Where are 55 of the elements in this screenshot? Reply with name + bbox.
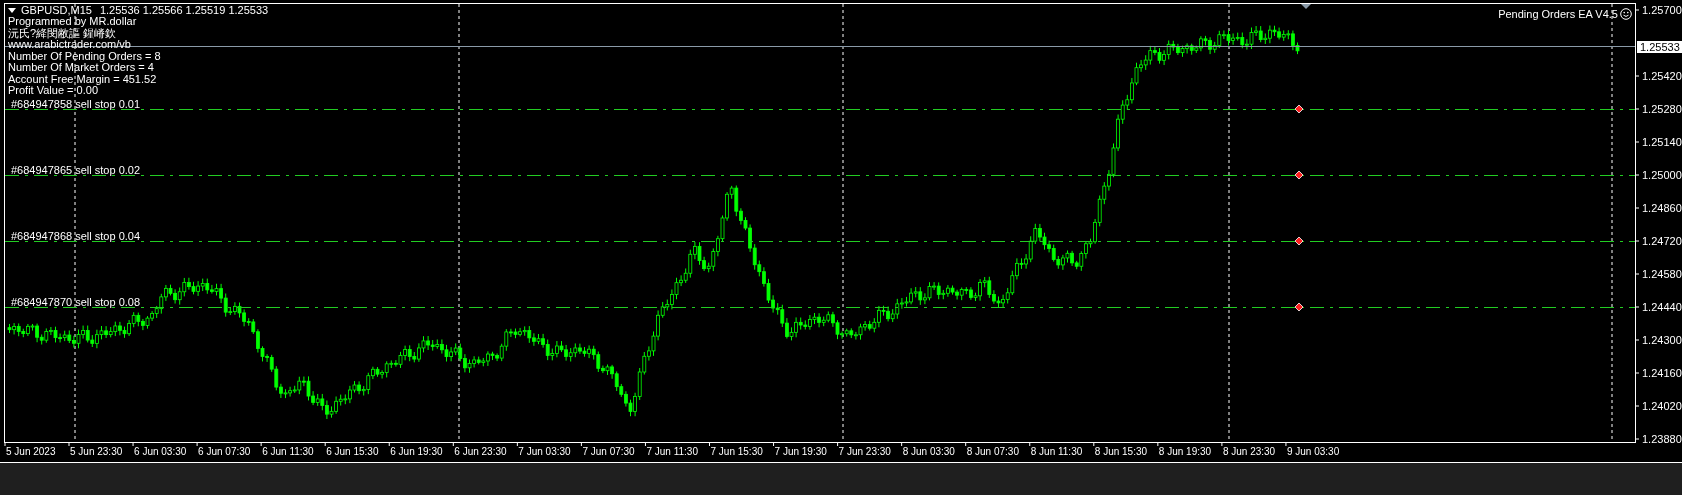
time-label: 6 Jun 11:30 xyxy=(262,447,314,457)
price-label: 1.25420 xyxy=(1642,71,1682,82)
order-marker-icon xyxy=(1294,302,1304,312)
time-label: 8 Jun 03:30 xyxy=(902,447,955,457)
order-label: #684947868 sell stop 0.04 xyxy=(11,231,141,242)
ohlc-quotes: 1.25536 1.25566 1.25519 1.25533 xyxy=(99,5,269,16)
time-label: 7 Jun 03:30 xyxy=(518,447,571,457)
order-label: #684947870 sell stop 0.08 xyxy=(11,297,141,308)
price-label: 1.24160 xyxy=(1642,368,1682,379)
time-label: 8 Jun 11:30 xyxy=(1030,447,1083,457)
time-label: 6 Jun 03:30 xyxy=(134,447,187,457)
price-label: 1.24720 xyxy=(1642,236,1682,247)
price-label: 1.25000 xyxy=(1642,170,1682,181)
time-label: 6 Jun 19:30 xyxy=(390,447,443,457)
order-label: #684947858 sell stop 0.01 xyxy=(11,99,141,110)
bid-price-label: 1.25533 xyxy=(1637,41,1682,53)
time-label: 7 Jun 11:30 xyxy=(646,447,698,457)
order-marker-icon xyxy=(1294,236,1304,246)
time-label: 6 Jun 07:30 xyxy=(198,447,251,457)
time-label: 5 Jun 23:30 xyxy=(70,447,123,457)
time-label: 9 Jun 03:30 xyxy=(1286,447,1340,457)
price-label: 1.25700 xyxy=(1642,5,1682,16)
price-label: 1.24580 xyxy=(1642,269,1682,280)
price-label: 1.25280 xyxy=(1642,104,1682,115)
time-label: 7 Jun 19:30 xyxy=(774,447,827,457)
price-label: 1.24440 xyxy=(1642,302,1682,313)
price-label: 1.24860 xyxy=(1642,203,1682,214)
order-marker-icon xyxy=(1294,170,1304,180)
time-label: 7 Jun 07:30 xyxy=(582,447,635,457)
time-label: 5 Jun 2023 xyxy=(6,447,56,457)
smiley-icon xyxy=(1620,8,1632,20)
time-label: 8 Jun 19:30 xyxy=(1158,447,1212,457)
chart-info-text: Programmed by MR.dollar xyxy=(8,16,138,28)
chart-shift-triangle-icon xyxy=(1301,4,1311,9)
price-label: 1.23880 xyxy=(1642,434,1682,445)
time-label: 7 Jun 15:30 xyxy=(710,447,763,457)
chart-info-text: Number Of Pending Orders = 8 xyxy=(8,50,162,62)
price-label: 1.25140 xyxy=(1642,137,1682,148)
order-marker-icon xyxy=(1294,104,1304,114)
chart-info-text: Profit Value = 0.00 xyxy=(8,85,98,97)
time-label: 8 Jun 23:30 xyxy=(1222,447,1276,457)
price-label: 1.24300 xyxy=(1642,335,1682,346)
time-label: 7 Jun 23:30 xyxy=(838,447,891,457)
time-label: 8 Jun 07:30 xyxy=(966,447,1019,457)
chart-info-text: 沅氏?絳閔敝謳 鍟嵴欽 xyxy=(8,27,118,39)
chart-info-text: Account Free Margin = 451.52 xyxy=(8,73,158,85)
time-label: 6 Jun 15:30 xyxy=(326,447,379,457)
time-label: 6 Jun 23:30 xyxy=(454,447,507,457)
price-label: 1.24020 xyxy=(1642,401,1682,412)
expert-advisor-label: Pending Orders EA V4.5 xyxy=(1498,8,1618,20)
dropdown-triangle-icon[interactable] xyxy=(8,8,16,13)
order-label: #684947865 sell stop 0.02 xyxy=(11,165,141,176)
time-label: 8 Jun 15:30 xyxy=(1094,447,1148,457)
symbol-label: GBPUSD,M15 xyxy=(21,5,92,16)
chart-info-text: Number Of Market Orders = 4 xyxy=(8,62,155,74)
